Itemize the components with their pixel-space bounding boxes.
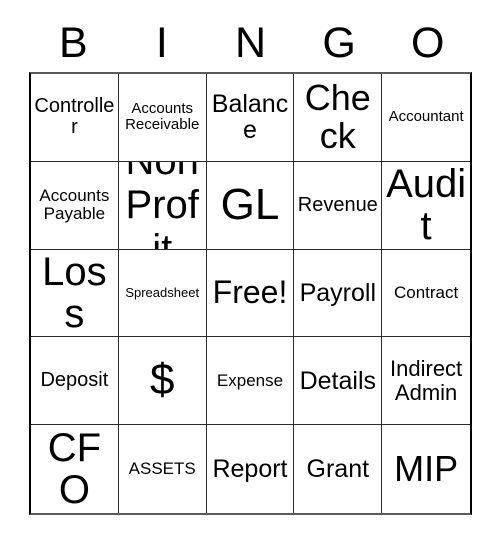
bingo-cell[interactable]: Audit xyxy=(382,161,470,250)
bingo-cell-label: Controller xyxy=(34,95,115,139)
bingo-cell[interactable]: Loss xyxy=(31,249,119,338)
bingo-cell[interactable]: Report xyxy=(206,425,295,513)
bingo-cell[interactable]: GL xyxy=(206,161,295,250)
bingo-cell-label: Non Profit xyxy=(125,162,199,250)
bingo-cell-label: Payroll xyxy=(299,278,376,307)
bingo-cell[interactable]: Spreadsheet xyxy=(118,249,207,338)
bingo-cell-label: Accountant xyxy=(388,108,464,126)
bingo-cell[interactable]: Payroll xyxy=(294,249,383,338)
bingo-cell-label: Indirect Admin xyxy=(390,355,463,405)
bingo-header-letter-g: G xyxy=(322,18,356,67)
bingo-cell-label: Revenue xyxy=(297,193,378,216)
bingo-cell-label: Expense xyxy=(216,370,284,390)
bingo-cell[interactable]: Non Profit xyxy=(118,161,207,250)
bingo-cell-label: Contract xyxy=(393,282,459,302)
bingo-header-letter-o: O xyxy=(410,18,445,67)
bingo-cell-label: CFO xyxy=(47,425,102,513)
bingo-cell[interactable]: Details xyxy=(294,337,383,426)
bingo-cell[interactable]: $ xyxy=(118,337,207,426)
bingo-grid: Controller Accounts Receivable Balance C… xyxy=(29,72,472,515)
bingo-cell-label: Audit xyxy=(386,161,467,249)
bingo-cell-label: Free! xyxy=(212,274,288,311)
bingo-cell-label: Report xyxy=(212,454,288,483)
bingo-cell[interactable]: Deposit xyxy=(31,337,119,426)
bingo-cell[interactable]: Accountant xyxy=(382,74,470,162)
bingo-cell[interactable]: ASSETS xyxy=(118,425,207,513)
bingo-cell-label: $ xyxy=(149,355,175,405)
bingo-cell[interactable]: Grant xyxy=(294,425,383,513)
bingo-cell-label: Details xyxy=(299,366,376,395)
bingo-cell-label: Spreadsheet xyxy=(125,285,200,301)
bingo-cell-label: Balance xyxy=(211,89,289,145)
bingo-cell-label: Accounts Receivable xyxy=(125,99,200,134)
bingo-cell[interactable]: Contract xyxy=(382,249,470,338)
bingo-cell[interactable]: MIP xyxy=(382,425,470,513)
bingo-cell-label: Loss xyxy=(42,249,107,336)
bingo-cell-free[interactable]: Free! xyxy=(206,249,295,338)
bingo-cell-label: Check xyxy=(304,77,371,157)
bingo-cell-label: ASSETS xyxy=(128,459,196,479)
bingo-header-letter-b: B xyxy=(58,18,88,67)
bingo-cell-label: Accounts Payable xyxy=(39,185,110,224)
bingo-cell[interactable]: Controller xyxy=(31,74,119,162)
bingo-cell[interactable]: Indirect Admin xyxy=(382,337,470,426)
bingo-cell[interactable]: Revenue xyxy=(294,161,383,250)
bingo-header-row: B I N G O xyxy=(29,14,472,72)
bingo-cell[interactable]: Accounts Receivable xyxy=(118,74,207,162)
bingo-cell-label: Deposit xyxy=(40,369,109,392)
bingo-cell-label: MIP xyxy=(394,448,459,490)
bingo-cell[interactable]: CFO xyxy=(31,425,119,513)
bingo-card: B I N G O Controller Accounts Receivable… xyxy=(0,0,500,544)
bingo-cell[interactable]: Check xyxy=(294,74,383,162)
bingo-cell[interactable]: Expense xyxy=(206,337,295,426)
bingo-cell-label: Grant xyxy=(306,454,370,483)
bingo-cell-label: GL xyxy=(220,179,280,229)
bingo-header-letter-n: N xyxy=(234,18,267,67)
bingo-cell[interactable]: Accounts Payable xyxy=(31,161,119,250)
bingo-cell[interactable]: Balance xyxy=(206,74,295,162)
bingo-header-letter-i: I xyxy=(155,18,168,67)
